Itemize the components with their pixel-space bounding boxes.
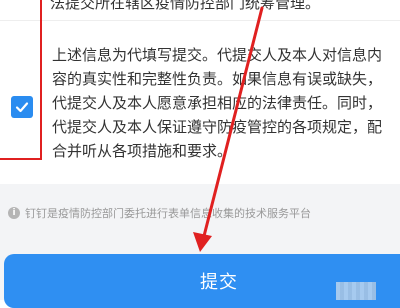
annotation-arrow: [193, 6, 264, 252]
